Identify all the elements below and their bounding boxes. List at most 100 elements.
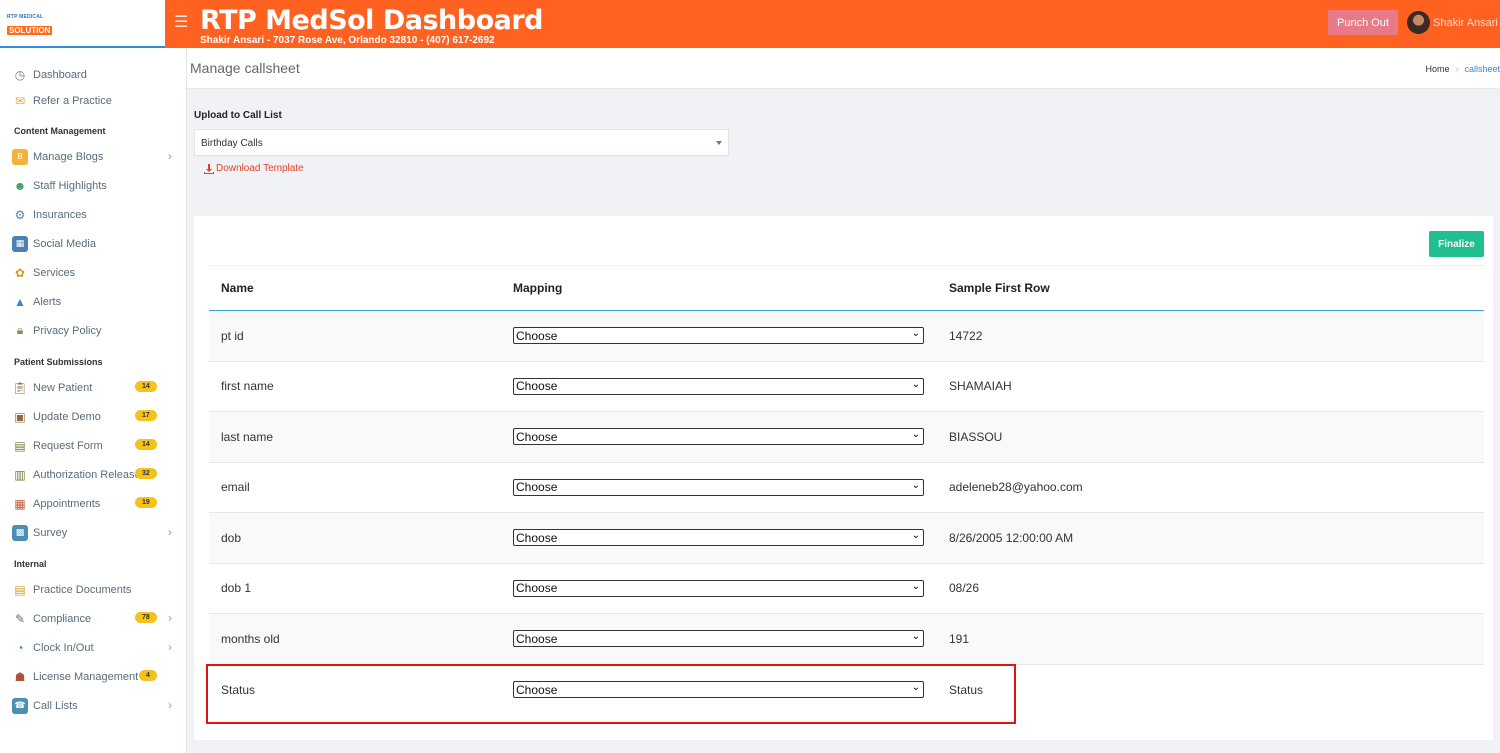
section-patient-submissions: Patient Submissions <box>14 357 103 367</box>
brand-logo[interactable]: RTP MEDICAL SOLUTION <box>7 14 59 35</box>
sidebar-item-survey[interactable]: ▩ Survey › <box>0 518 186 547</box>
sample-value: 8/26/2005 12:00:00 AM <box>937 512 1484 564</box>
sidebar-item-appointments[interactable]: ▦ Appointments 19 <box>0 489 186 518</box>
sample-value: 191 <box>937 613 1484 665</box>
mapping-select-value: Choose <box>516 682 558 697</box>
sidebar-item-staff-highlights[interactable]: ☻ Staff Highlights <box>0 171 186 200</box>
mapping-select[interactable]: Choose ⌄ <box>513 630 924 648</box>
field-name: Status <box>209 664 501 715</box>
sidebar-item-services[interactable]: ✿ Services <box>0 258 186 287</box>
chevron-down-icon: ⌄ <box>911 429 920 441</box>
blog-icon: B <box>12 148 28 165</box>
badge-appointments: 19 <box>135 497 157 508</box>
calendar-icon: ▦ <box>14 496 26 511</box>
header-sample-first-row: Sample First Row <box>937 265 1484 311</box>
mapping-select[interactable]: Choose ⌄ <box>513 478 924 496</box>
sidebar-item-new-patient[interactable]: 📋︎ New Patient 14 <box>0 373 186 402</box>
survey-icon: ▩ <box>12 524 28 541</box>
download-icon <box>204 163 214 174</box>
field-name: months old <box>209 613 501 665</box>
sidebar-item-label: Authorization Release <box>33 468 141 481</box>
table-row: first name Choose ⌄ SHAMAIAH <box>209 361 1484 412</box>
sidebar-item-dashboard[interactable]: ◷ Dashboard <box>0 62 186 88</box>
sidebar-item-label: Survey <box>33 526 68 539</box>
top-header: ☰ RTP MedSol Dashboard Shakir Ansari - 7… <box>165 0 1500 48</box>
sidebar: RTP MEDICAL SOLUTION ◷ Dashboard ✉ Refer… <box>0 0 187 753</box>
punch-out-button[interactable]: Punch Out <box>1328 10 1398 35</box>
finalize-button[interactable]: Finalize <box>1429 231 1484 257</box>
app-title: RTP MedSol Dashboard <box>200 5 544 36</box>
staff-icon: ☻ <box>13 178 27 193</box>
mapping-select[interactable]: Choose ⌄ <box>513 681 924 698</box>
social-media-icon: ▦ <box>12 235 28 252</box>
hamburger-menu-icon[interactable]: ☰ <box>174 12 188 32</box>
authorization-icon: ▥ <box>14 467 26 482</box>
mapping-select[interactable]: Choose ⌄ <box>513 529 924 547</box>
sidebar-item-label: Refer a Practice <box>33 95 112 107</box>
sidebar-item-privacy-policy[interactable]: 🔒︎ Privacy Policy <box>0 316 186 345</box>
sidebar-item-update-demo[interactable]: ▣ Update Demo 17 <box>0 402 186 431</box>
sidebar-item-license-management[interactable]: ☗ License Management 4 <box>0 662 186 691</box>
avatar[interactable] <box>1407 11 1430 34</box>
logo-box: RTP MEDICAL SOLUTION <box>0 0 186 48</box>
dashboard-icon: ◷ <box>14 68 26 82</box>
sidebar-item-label: Services <box>33 266 76 279</box>
chevron-down-icon: ⌄ <box>911 530 920 542</box>
chevron-down-icon: ⌄ <box>911 378 920 390</box>
table-row: pt id Choose ⌄ 14722 <box>209 310 1484 362</box>
sidebar-item-label: Clock In/Out <box>33 641 94 654</box>
mapping-select[interactable]: Choose ⌄ <box>513 377 924 395</box>
badge-new-patient: 14 <box>135 381 157 392</box>
sample-value: 14722 <box>937 310 1484 362</box>
chevron-right-icon: › <box>168 149 172 163</box>
sidebar-item-authorization-release[interactable]: ▥ Authorization Release 32 <box>0 460 186 489</box>
clock-icon: ◔ <box>16 640 24 655</box>
call-list-select[interactable]: Birthday Calls <box>194 129 729 156</box>
mapping-select[interactable]: Choose ⌄ <box>513 327 924 345</box>
mapping-select[interactable]: Choose ⌄ <box>513 579 924 597</box>
sidebar-item-social-media[interactable]: ▦ Social Media <box>0 229 186 258</box>
app-subtitle: Shakir Ansari - 7037 Rose Ave, Orlando 3… <box>200 35 495 46</box>
breadcrumb-separator-icon: › <box>1455 64 1459 74</box>
sidebar-item-label: Staff Highlights <box>33 179 107 192</box>
sidebar-item-label: Privacy Policy <box>33 324 102 337</box>
mapping-table: Name Mapping Sample First Row pt id Choo… <box>209 265 1484 715</box>
chevron-down-icon: ⌄ <box>911 631 920 643</box>
sidebar-item-insurances[interactable]: ⚙ Insurances <box>0 200 186 229</box>
table-row: dob 1 Choose ⌄ 08/26 <box>209 563 1484 614</box>
mapping-cell: Choose ⌄ <box>501 310 937 362</box>
sample-value: SHAMAIAH <box>937 361 1484 412</box>
sidebar-item-alerts[interactable]: ▲ Alerts <box>0 287 186 316</box>
sidebar-item-label: Practice Documents <box>33 583 132 596</box>
section-internal: Internal <box>14 559 47 569</box>
user-name[interactable]: Shakir Ansari <box>1433 17 1498 29</box>
mapping-select-value: Choose <box>516 480 558 495</box>
mapping-select[interactable]: Choose ⌄ <box>513 428 924 446</box>
chevron-down-icon: ⌄ <box>911 580 920 592</box>
mapping-cell: Choose ⌄ <box>501 361 937 412</box>
breadcrumb-current[interactable]: callsheet <box>1464 64 1500 74</box>
download-template-link[interactable]: Download Template <box>204 163 304 174</box>
documents-icon: ▤ <box>14 582 26 597</box>
mapping-select-value: Choose <box>516 631 558 646</box>
sidebar-item-label: License Management <box>33 670 139 683</box>
breadcrumb-home[interactable]: Home <box>1425 64 1449 74</box>
compliance-icon: ✎ <box>14 611 26 626</box>
sidebar-nav: ◷ Dashboard ✉ Refer a Practice Content M… <box>0 48 186 720</box>
sidebar-item-label: Alerts <box>33 295 62 308</box>
sidebar-item-practice-documents[interactable]: ▤ Practice Documents <box>0 575 186 604</box>
sidebar-item-label: Update Demo <box>33 410 101 423</box>
sidebar-item-call-lists[interactable]: ☎ Call Lists › <box>0 691 186 720</box>
sidebar-item-refer-a-practice[interactable]: ✉ Refer a Practice <box>0 88 186 114</box>
field-name: first name <box>209 361 501 412</box>
sidebar-item-request-form[interactable]: ▤ Request Form 14 <box>0 431 186 460</box>
sidebar-item-manage-blogs[interactable]: B Manage Blogs › <box>0 142 186 171</box>
call-lists-icon: ☎ <box>12 697 28 714</box>
breadcrumb: Home › callsheet <box>1425 64 1500 74</box>
sidebar-item-compliance[interactable]: ✎ Compliance 78 › <box>0 604 186 633</box>
field-name: pt id <box>209 310 501 362</box>
sidebar-item-clock-in-out[interactable]: ◔ Clock In/Out › <box>0 633 186 662</box>
mapping-cell: Choose ⌄ <box>501 411 937 463</box>
update-demo-icon: ▣ <box>14 409 26 424</box>
field-name: dob 1 <box>209 563 501 614</box>
